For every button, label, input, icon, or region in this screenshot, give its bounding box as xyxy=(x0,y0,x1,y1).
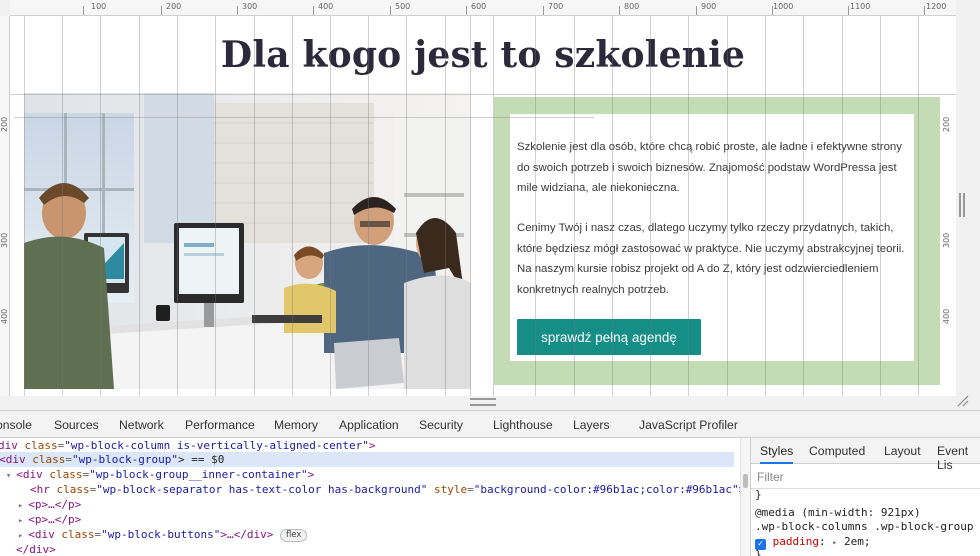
ruler-label: 300 xyxy=(0,232,9,248)
css-rule-close: } xyxy=(755,548,762,556)
tab-sources[interactable]: Sources xyxy=(54,418,99,432)
devtools-panel: onsole Sources Network Performance Memor… xyxy=(0,410,980,556)
dom-node-separator[interactable]: <hr class="wp-block-separator has-text-c… xyxy=(30,482,740,497)
tab-memory[interactable]: Memory xyxy=(274,418,318,432)
dom-node-close[interactable]: </div> xyxy=(16,542,740,556)
devtools-resize-handle[interactable] xyxy=(470,398,496,406)
css-rule-close: } xyxy=(755,488,762,501)
ruler-label: 1200 xyxy=(926,2,947,11)
right-ruler: 200 300 400 xyxy=(936,16,956,396)
ruler-label: 900 xyxy=(701,2,717,11)
styles-pane: Styles Computed Layout Event Lis Filter … xyxy=(750,438,980,556)
ruler-label: 800 xyxy=(624,2,640,11)
dom-node-paragraph[interactable]: ▸ <p>…</p> xyxy=(18,497,740,512)
page-canvas: Dla kogo jest to szkolenie Szkolenie jes… xyxy=(10,16,956,396)
ruler-label: 400 xyxy=(318,2,334,11)
office-team-image xyxy=(24,93,471,389)
ruler-label: 400 xyxy=(942,308,951,324)
office-photo xyxy=(24,93,471,389)
ruler-label: 600 xyxy=(471,2,487,11)
css-media-query[interactable]: @media (min-width: 921px) xyxy=(755,506,921,519)
ruler-label: 700 xyxy=(548,2,564,11)
tab-computed[interactable]: Computed xyxy=(809,444,865,458)
description-paragraph-1: Szkolenie jest dla osób, które chcą robi… xyxy=(517,141,902,195)
css-value[interactable]: 2em; xyxy=(844,535,871,548)
description-paragraph-2: Cenimy Twój i nasz czas, dlatego uczymy … xyxy=(517,222,905,297)
agenda-button[interactable]: sprawdź pełną agendę xyxy=(517,319,701,355)
tab-styles[interactable]: Styles xyxy=(760,444,794,464)
elements-scrollbar[interactable] xyxy=(740,438,750,556)
tab-console[interactable]: onsole xyxy=(0,418,32,432)
css-selector[interactable]: .wp-block-columns .wp-block-group { xyxy=(755,520,980,533)
ruler-label: 300 xyxy=(242,2,258,11)
tab-performance[interactable]: Performance xyxy=(185,418,255,432)
ruler-label: 1000 xyxy=(773,2,794,11)
flex-badge[interactable]: flex xyxy=(279,529,308,542)
dom-node-buttons[interactable]: ▸ <div class="wp-block-buttons">…</div> … xyxy=(18,527,740,542)
styles-filter-input[interactable]: Filter xyxy=(757,470,784,484)
css-property[interactable]: padding xyxy=(773,535,819,548)
tab-network[interactable]: Network xyxy=(119,418,164,432)
dom-node-inner-container[interactable]: ▾ <div class="wp-block-group__inner-cont… xyxy=(6,467,740,482)
ruler-label: 200 xyxy=(166,2,182,11)
page-viewport: 100 200 300 400 500 600 700 800 900 1000… xyxy=(0,0,980,410)
elements-tree: div class="wp-block-column is-vertically… xyxy=(0,438,740,556)
ruler-label: 100 xyxy=(91,2,107,11)
tab-javascript-profiler[interactable]: JavaScript Profiler xyxy=(639,418,738,432)
dom-node-group-selected[interactable]: ▾<div class="wp-block-group"> == $0 xyxy=(0,452,734,467)
left-ruler: 200 300 400 xyxy=(0,16,10,396)
styles-tabbar: Styles Computed Layout Event Lis xyxy=(751,438,980,472)
dom-node-paragraph[interactable]: ▸ <p>…</p> xyxy=(18,512,740,527)
ruler-label: 300 xyxy=(942,232,951,248)
ruler-label: 1100 xyxy=(850,2,871,11)
top-ruler: 100 200 300 400 500 600 700 800 900 1000… xyxy=(10,0,956,16)
section-heading: Dla kogo jest to szkolenie xyxy=(220,34,746,76)
ruler-label: 500 xyxy=(395,2,411,11)
dom-node-column[interactable]: div class="wp-block-column is-vertically… xyxy=(0,438,738,453)
tab-event-listeners[interactable]: Event Lis xyxy=(937,444,980,472)
tab-lighthouse[interactable]: Lighthouse xyxy=(493,418,553,432)
corner-resize-icon[interactable] xyxy=(957,395,969,407)
tab-security[interactable]: Security xyxy=(419,418,463,432)
ruler-label: 400 xyxy=(0,308,9,324)
ruler-label: 200 xyxy=(0,116,9,132)
tab-application[interactable]: Application xyxy=(339,418,399,432)
tab-layout[interactable]: Layout xyxy=(884,444,921,458)
tab-layers[interactable]: Layers xyxy=(573,418,610,432)
ruler-label: 200 xyxy=(942,116,951,132)
viewport-width-handle[interactable] xyxy=(959,193,965,217)
devtools-tabbar: onsole Sources Network Performance Memor… xyxy=(0,411,980,438)
css-declaration[interactable]: ✓ padding: ▸ 2em; xyxy=(755,535,870,550)
